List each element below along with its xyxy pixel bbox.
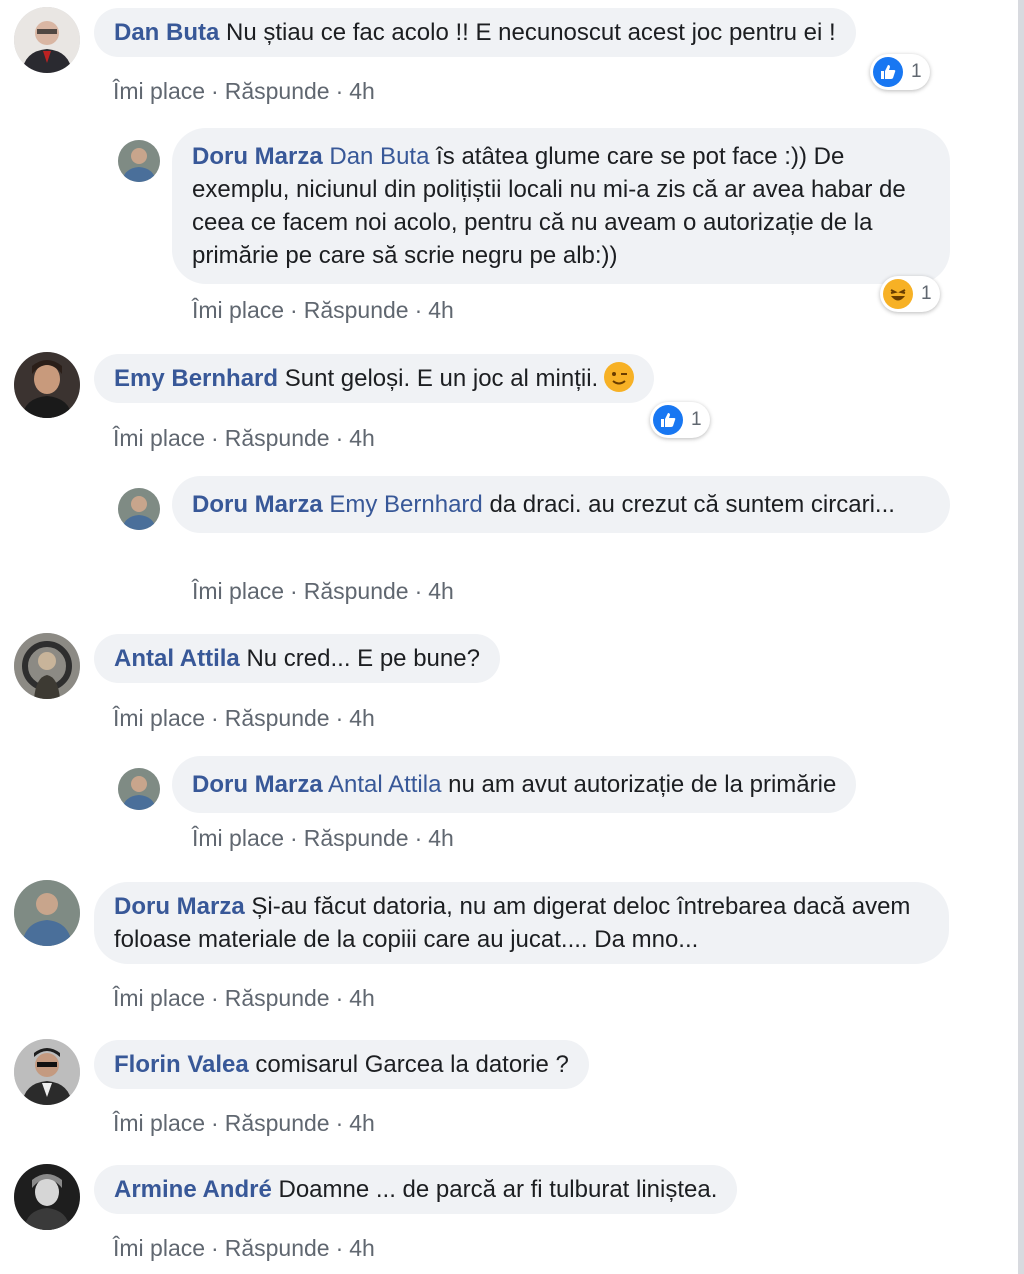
like-link[interactable]: Îmi place	[113, 78, 205, 104]
like-link[interactable]: Îmi place	[192, 297, 284, 323]
comment-actions: Îmi place · Răspunde · 4h	[113, 985, 375, 1011]
comment-bubble: Florin Valea comisarul Garcea la datorie…	[94, 1040, 589, 1089]
avatar[interactable]	[118, 488, 160, 530]
comment-bubble: Emy Bernhard Sunt geloși. E un joc al mi…	[94, 354, 655, 403]
avatar[interactable]	[14, 1039, 80, 1105]
reply-link[interactable]: Răspunde	[225, 425, 330, 451]
reply-link[interactable]: Răspunde	[225, 78, 330, 104]
comment-author[interactable]: Doru Marza	[192, 143, 323, 170]
comment-text: Sunt geloși. E un joc al minții.	[284, 365, 599, 392]
timestamp[interactable]: 4h	[349, 78, 375, 104]
timestamp[interactable]: 4h	[349, 425, 375, 451]
comment-actions: Îmi place · Răspunde · 4h	[192, 825, 454, 851]
comment-author[interactable]: Dan Buta	[114, 19, 219, 46]
comment-bubble: Doru Marza Emy Bernhard da draci. au cre…	[172, 476, 950, 533]
timestamp[interactable]: 4h	[349, 1110, 375, 1136]
avatar[interactable]	[14, 880, 80, 946]
avatar[interactable]	[118, 768, 160, 810]
comment-text: da draci. au crezut că suntem circari...	[489, 491, 895, 518]
comment-author[interactable]: Antal Attila	[114, 645, 240, 672]
comment-bubble: Dan Buta Nu știau ce fac acolo !! E necu…	[94, 8, 856, 57]
comment-actions: Îmi place · Răspunde · 4h	[113, 1235, 375, 1261]
reaction-badge[interactable]: 1	[880, 276, 940, 312]
like-link[interactable]: Îmi place	[192, 825, 284, 851]
like-icon	[653, 405, 683, 435]
reaction-count: 1	[911, 61, 922, 82]
like-link[interactable]: Îmi place	[113, 1110, 205, 1136]
avatar[interactable]	[118, 140, 160, 182]
reply-link[interactable]: Răspunde	[304, 578, 409, 604]
reply-link[interactable]: Răspunde	[304, 297, 409, 323]
avatar[interactable]	[14, 633, 80, 699]
mention-link[interactable]: Antal Attila	[328, 771, 441, 798]
timestamp[interactable]: 4h	[428, 825, 454, 851]
reply-link[interactable]: Răspunde	[304, 825, 409, 851]
comment-author[interactable]: Doru Marza	[192, 491, 323, 518]
comment-bubble: Doru Marza Dan Buta îs atâtea glume care…	[172, 128, 950, 284]
avatar[interactable]	[14, 352, 80, 418]
comment-actions: Îmi place · Răspunde · 4h	[113, 705, 375, 731]
timestamp[interactable]: 4h	[428, 578, 454, 604]
comment-author[interactable]: Emy Bernhard	[114, 365, 278, 392]
reply-link[interactable]: Răspunde	[225, 985, 330, 1011]
reply-link[interactable]: Răspunde	[225, 1110, 330, 1136]
like-link[interactable]: Îmi place	[113, 425, 205, 451]
like-link[interactable]: Îmi place	[113, 985, 205, 1011]
like-icon	[873, 57, 903, 87]
comment-text: comisarul Garcea la datorie ?	[255, 1051, 569, 1078]
haha-icon	[883, 279, 913, 309]
comment-bubble: Antal Attila Nu cred... E pe bune?	[94, 634, 500, 683]
comment-text: Nu cred... E pe bune?	[246, 645, 480, 672]
comment-bubble: Doru Marza Antal Attila nu am avut autor…	[172, 756, 857, 813]
reaction-count: 1	[691, 409, 702, 430]
comment-actions: Îmi place · Răspunde · 4h	[113, 425, 375, 451]
comment-actions: Îmi place · Răspunde · 4h	[192, 297, 454, 323]
comment-bubble: Armine André Doamne ... de parcă ar fi t…	[94, 1165, 738, 1214]
like-link[interactable]: Îmi place	[192, 578, 284, 604]
mention-link[interactable]: Emy Bernhard	[329, 491, 482, 518]
reply-link[interactable]: Răspunde	[225, 705, 330, 731]
reply-link[interactable]: Răspunde	[225, 1235, 330, 1261]
like-link[interactable]: Îmi place	[113, 705, 205, 731]
comment-author[interactable]: Armine André	[114, 1176, 272, 1203]
avatar[interactable]	[14, 7, 80, 73]
timestamp[interactable]: 4h	[428, 297, 454, 323]
comment-actions: Îmi place · Răspunde · 4h	[192, 578, 454, 604]
timestamp[interactable]: 4h	[349, 985, 375, 1011]
comment-bubble: Doru Marza Și-au făcut datoria, nu am di…	[94, 882, 949, 964]
timestamp[interactable]: 4h	[349, 705, 375, 731]
timestamp[interactable]: 4h	[349, 1235, 375, 1261]
avatar[interactable]	[14, 1164, 80, 1230]
mention-link[interactable]: Dan Buta	[329, 143, 429, 170]
reaction-badge[interactable]: 1	[870, 54, 930, 90]
comment-author[interactable]: Doru Marza	[114, 893, 245, 920]
comment-author[interactable]: Florin Valea	[114, 1051, 249, 1078]
comment-text: Nu știau ce fac acolo !! E necunoscut ac…	[226, 19, 836, 46]
reaction-count: 1	[921, 283, 932, 304]
wink-emoji-icon	[604, 362, 635, 392]
comment-author[interactable]: Doru Marza	[192, 771, 323, 798]
reaction-badge[interactable]: 1	[650, 402, 710, 438]
like-link[interactable]: Îmi place	[113, 1235, 205, 1261]
comment-actions: Îmi place · Răspunde · 4h	[113, 1110, 375, 1136]
scroll-edge	[1018, 0, 1024, 1274]
comment-actions: Îmi place · Răspunde · 4h	[113, 78, 375, 104]
comment-text: Doamne ... de parcă ar fi tulburat liniș…	[278, 1176, 718, 1203]
comment-text: nu am avut autorizație de la primărie	[448, 771, 837, 798]
